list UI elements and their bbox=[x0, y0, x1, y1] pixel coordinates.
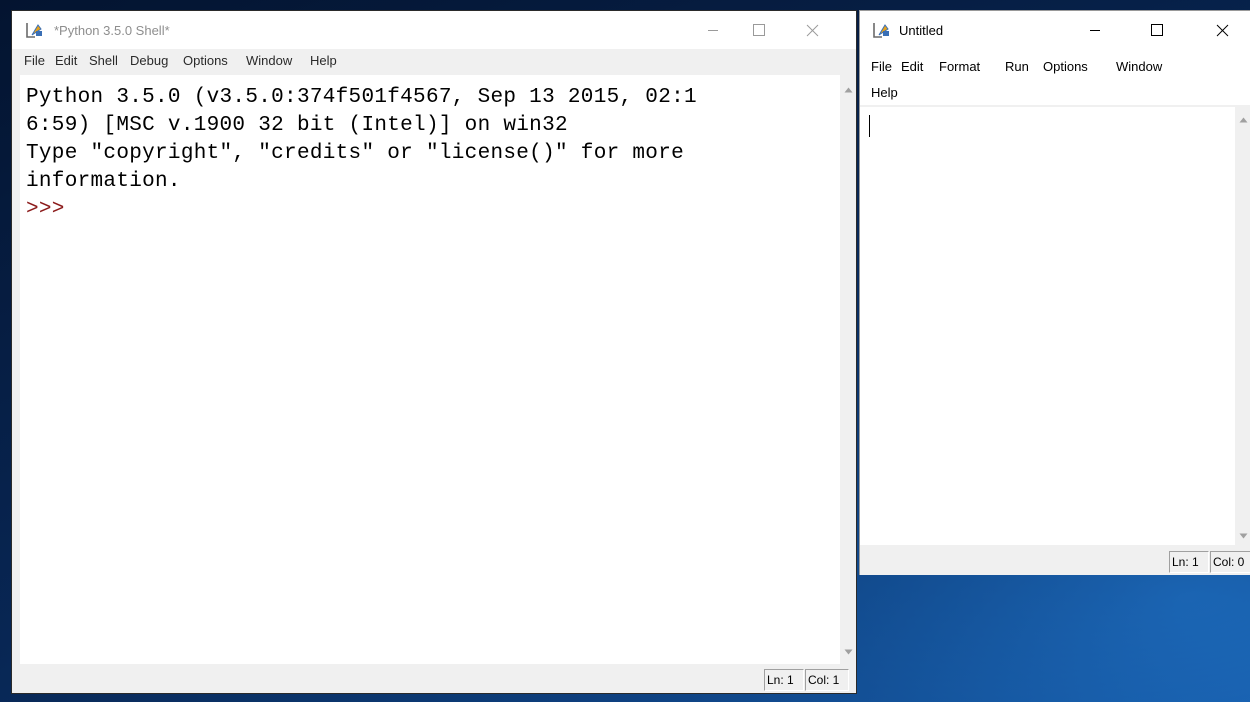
shell-vertical-scrollbar[interactable] bbox=[840, 75, 856, 664]
untitled-editor-window: Untitled File Edit Format Run Options Wi… bbox=[859, 10, 1250, 575]
editor-line-indicator: Ln: 1 bbox=[1169, 551, 1209, 573]
shell-output-line: Type "copyright", "credits" or "license(… bbox=[26, 142, 685, 165]
shell-menu-help[interactable]: Help bbox=[310, 53, 337, 68]
editor-title-bar[interactable]: Untitled bbox=[860, 11, 1250, 49]
scroll-down-arrow-icon bbox=[844, 642, 853, 660]
scroll-down-arrow-icon bbox=[1239, 526, 1248, 544]
editor-menu-run[interactable]: Run bbox=[1005, 59, 1029, 74]
shell-menu-file[interactable]: File bbox=[24, 53, 45, 68]
editor-window-title: Untitled bbox=[899, 23, 944, 38]
scroll-up-arrow-icon bbox=[1239, 110, 1248, 128]
editor-menu-window[interactable]: Window bbox=[1116, 59, 1162, 74]
shell-menu-debug[interactable]: Debug bbox=[130, 53, 168, 68]
close-icon bbox=[1216, 24, 1229, 37]
shell-output-area[interactable]: Python 3.5.0 (v3.5.0:374f501f4567, Sep 1… bbox=[20, 75, 840, 664]
minimize-icon bbox=[1089, 24, 1101, 36]
editor-scroll-up-button[interactable] bbox=[1235, 111, 1250, 127]
shell-status-bar: Ln: 1 Col: 1 bbox=[12, 666, 856, 692]
editor-menu-edit[interactable]: Edit bbox=[901, 59, 923, 74]
editor-column-indicator: Col: 0 bbox=[1210, 551, 1250, 573]
shell-scroll-down-button[interactable] bbox=[840, 643, 856, 659]
editor-close-button[interactable] bbox=[1193, 11, 1250, 49]
editor-maximize-button[interactable] bbox=[1134, 11, 1180, 49]
scroll-up-arrow-icon bbox=[844, 80, 853, 98]
shell-scroll-up-button[interactable] bbox=[840, 81, 856, 97]
editor-menu-options[interactable]: Options bbox=[1043, 59, 1088, 74]
editor-vertical-scrollbar[interactable] bbox=[1235, 107, 1250, 545]
editor-scroll-down-button[interactable] bbox=[1235, 527, 1250, 543]
shell-title-bar[interactable]: *Python 3.5.0 Shell* bbox=[12, 11, 856, 49]
maximize-icon bbox=[753, 24, 765, 36]
shell-column-indicator: Col: 1 bbox=[805, 669, 849, 691]
python-shell-window: *Python 3.5.0 Shell* File Edit Shell Deb… bbox=[11, 10, 857, 694]
editor-menu-file[interactable]: File bbox=[871, 59, 892, 74]
editor-menu-format[interactable]: Format bbox=[939, 59, 980, 74]
shell-menu-window[interactable]: Window bbox=[246, 53, 292, 68]
editor-menu-bar: File Edit Format Run Options Window Help bbox=[860, 49, 1250, 105]
idle-app-icon[interactable] bbox=[26, 22, 44, 43]
shell-maximize-button[interactable] bbox=[736, 11, 782, 49]
editor-minimize-button[interactable] bbox=[1072, 11, 1118, 49]
shell-output-line: 6:59) [MSC v.1900 32 bit (Intel)] on win… bbox=[26, 114, 568, 137]
shell-minimize-button[interactable] bbox=[690, 11, 736, 49]
shell-menu-shell[interactable]: Shell bbox=[89, 53, 118, 68]
maximize-icon bbox=[1151, 24, 1163, 36]
shell-window-title: *Python 3.5.0 Shell* bbox=[54, 23, 170, 38]
editor-status-bar: Ln: 1 Col: 0 bbox=[860, 545, 1250, 575]
idle-app-icon[interactable] bbox=[873, 22, 891, 43]
editor-menu-help[interactable]: Help bbox=[871, 85, 898, 100]
shell-prompt: >>> bbox=[26, 198, 65, 221]
shell-close-button[interactable] bbox=[782, 11, 842, 49]
editor-text-area[interactable] bbox=[860, 107, 1235, 545]
text-cursor bbox=[869, 115, 870, 137]
shell-menu-bar: File Edit Shell Debug Options Window Hel… bbox=[12, 49, 856, 73]
shell-menu-edit[interactable]: Edit bbox=[55, 53, 77, 68]
minimize-icon bbox=[707, 24, 719, 36]
shell-output-line: information. bbox=[26, 170, 181, 193]
shell-menu-options[interactable]: Options bbox=[183, 53, 228, 68]
close-icon bbox=[806, 24, 819, 37]
shell-line-indicator: Ln: 1 bbox=[764, 669, 804, 691]
shell-output-line: Python 3.5.0 (v3.5.0:374f501f4567, Sep 1… bbox=[26, 86, 697, 109]
